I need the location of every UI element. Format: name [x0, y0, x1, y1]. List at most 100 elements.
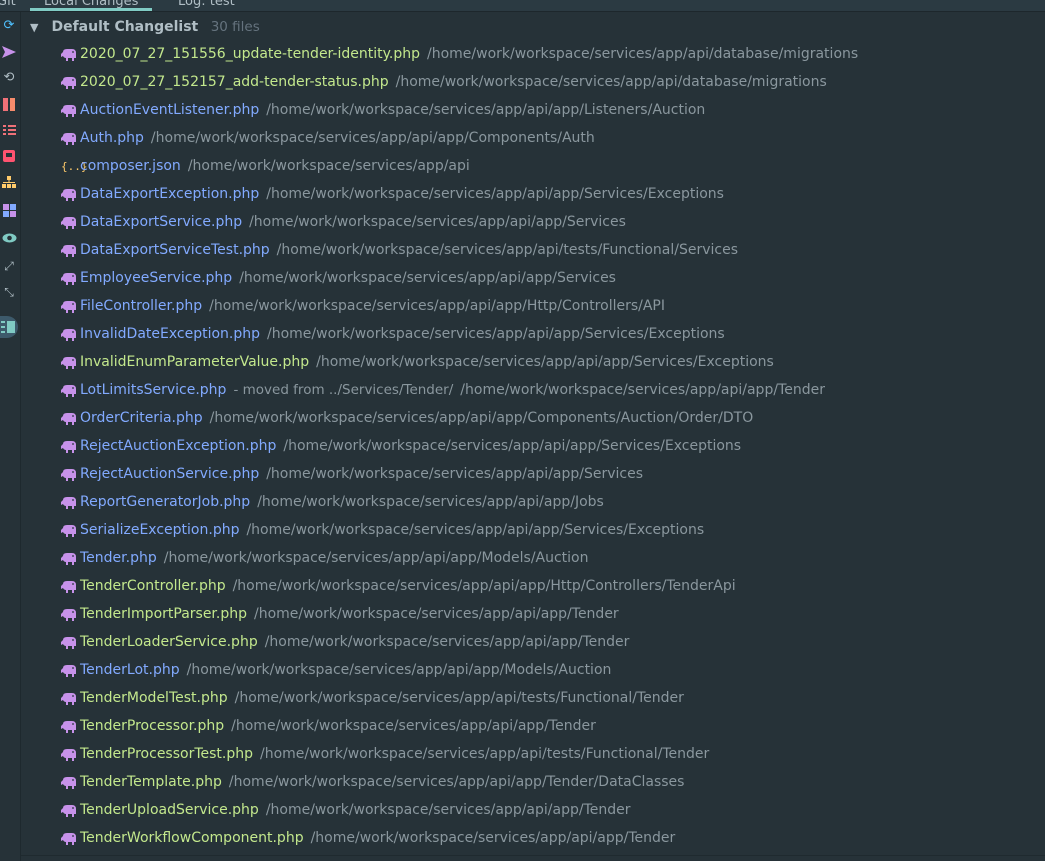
php-elephant-icon [61, 796, 80, 824]
file-path: /home/work/workspace/services/app/api/ap… [232, 578, 736, 594]
php-elephant-icon [61, 96, 80, 124]
tab-git[interactable]: Git [0, 0, 16, 11]
expand-all-icon[interactable]: ⤢ [1, 258, 17, 274]
file-name: TenderLot.php [80, 662, 180, 678]
list-item[interactable]: 2020_07_27_151556_update-tender-identity… [61, 40, 858, 68]
file-path: /home/work/workspace/services/app/api/ap… [264, 634, 630, 650]
file-name: TenderModelTest.php [80, 690, 228, 706]
list-item[interactable]: TenderController.php/home/work/workspace… [61, 572, 858, 600]
diff-icon[interactable] [1, 96, 17, 112]
php-elephant-icon [61, 460, 80, 488]
collapse-all-icon[interactable]: ⤡ [1, 284, 17, 300]
rollback-icon[interactable]: ⟲ [1, 70, 17, 86]
list-item[interactable]: TenderImportParser.php/home/work/workspa… [61, 600, 858, 628]
file-path: /home/work/workspace/services/app/api/ap… [267, 326, 725, 342]
preview-eye-icon[interactable] [1, 230, 17, 246]
file-path: /home/work/workspace/services/app/api/ap… [209, 410, 754, 426]
details-panel-icon[interactable] [0, 316, 18, 338]
file-name: TenderLoaderService.php [80, 634, 258, 650]
php-elephant-icon [61, 208, 80, 236]
php-elephant-icon [61, 376, 80, 404]
file-path: /home/work/workspace/services/app/api/ap… [239, 270, 616, 286]
file-name: 2020_07_27_152157_add-tender-status.php [80, 74, 389, 90]
file-path: /home/work/workspace/services/app/api/ap… [266, 466, 644, 482]
php-elephant-icon [61, 292, 80, 320]
file-name: InvalidDateException.php [80, 326, 260, 342]
list-item[interactable]: RejectAuctionService.php/home/work/works… [61, 460, 858, 488]
php-elephant-icon [61, 740, 80, 768]
file-path: /home/work/workspace/services/app/api/ap… [209, 298, 665, 314]
move-note: - moved from ../Services/Tender/ [233, 382, 454, 398]
list-item[interactable]: TenderTemplate.php/home/work/workspace/s… [61, 768, 858, 796]
php-elephant-icon [61, 320, 80, 348]
refresh-icon[interactable]: ⟳ [1, 18, 17, 34]
file-name: composer.json [80, 158, 181, 174]
list-item[interactable]: AuctionEventListener.php/home/work/works… [61, 96, 858, 124]
list-item[interactable]: TenderProcessorTest.php/home/work/worksp… [61, 740, 858, 768]
file-name: AuctionEventListener.php [80, 102, 260, 118]
tab-log-test[interactable]: Log: test [178, 0, 235, 11]
php-elephant-icon [61, 236, 80, 264]
file-path: /home/work/workspace/services/app/api/ap… [266, 186, 724, 202]
list-item[interactable]: TenderWorkflowComponent.php/home/work/wo… [61, 824, 858, 852]
list-item[interactable]: Tender.php/home/work/workspace/services/… [61, 544, 858, 572]
php-elephant-icon [61, 264, 80, 292]
php-elephant-icon [61, 68, 80, 96]
file-path: /home/work/workspace/services/app/api/ap… [186, 662, 612, 678]
file-path: /home/work/workspace/services/app/api/ap… [228, 774, 685, 790]
list-item[interactable]: DataExportServiceTest.php/home/work/work… [61, 236, 858, 264]
php-elephant-icon [61, 348, 80, 376]
file-name: RejectAuctionService.php [80, 466, 260, 482]
list-item[interactable]: InvalidDateException.php/home/work/works… [61, 320, 858, 348]
list-item[interactable]: OrderCriteria.php/home/work/workspace/se… [61, 404, 858, 432]
list-item[interactable]: TenderModelTest.php/home/work/workspace/… [61, 684, 858, 712]
list-item[interactable]: TenderUploadService.php/home/work/worksp… [61, 796, 858, 824]
php-elephant-icon [61, 544, 80, 572]
changelist-icon[interactable] [1, 122, 17, 138]
php-elephant-icon [61, 488, 80, 516]
file-path: /home/work/workspace/services/app/api/ap… [316, 354, 774, 370]
file-list: 2020_07_27_151556_update-tender-identity… [61, 40, 858, 852]
file-path: /home/work/workspace/services/app/api/da… [427, 46, 859, 62]
tool-window-tab-bar: Git Local Changes Log: test [0, 0, 1045, 12]
file-path: /home/work/workspace/services/app/api [187, 158, 470, 174]
php-elephant-icon [61, 180, 80, 208]
file-name: ReportGeneratorJob.php [80, 494, 251, 510]
chevron-down-icon[interactable]: ▼ [30, 16, 46, 40]
file-name: FileController.php [80, 298, 203, 314]
commit-arrow-icon[interactable] [1, 44, 17, 60]
list-item[interactable]: InvalidEnumParameterValue.php/home/work/… [61, 348, 858, 376]
list-item[interactable]: TenderLoaderService.php/home/work/worksp… [61, 628, 858, 656]
changelist-header[interactable]: ▼ Default Changelist 30 files [21, 15, 260, 39]
list-item[interactable]: LotLimitsService.php - moved from ../Serv… [61, 376, 858, 404]
file-name: DataExportService.php [80, 214, 243, 230]
list-item[interactable]: RejectAuctionException.php/home/work/wor… [61, 432, 858, 460]
list-item[interactable]: FileController.php/home/work/workspace/s… [61, 292, 858, 320]
file-path: /home/work/workspace/services/app/api/ap… [231, 718, 596, 734]
layout-icon[interactable] [1, 202, 17, 218]
file-name: TenderTemplate.php [80, 774, 222, 790]
list-item[interactable]: EmployeeService.php/home/work/workspace/… [61, 264, 858, 292]
group-by-icon[interactable] [1, 174, 17, 190]
list-item[interactable]: DataExportService.php/home/work/workspac… [61, 208, 858, 236]
list-item[interactable]: SerializeException.php/home/work/workspa… [61, 516, 858, 544]
shelve-icon[interactable] [1, 148, 17, 164]
json-braces-icon: {..} [61, 159, 88, 173]
list-item[interactable]: Auth.php/home/work/workspace/services/ap… [61, 124, 858, 152]
list-item[interactable]: DataExportException.php/home/work/worksp… [61, 180, 858, 208]
file-name: 2020_07_27_151556_update-tender-identity… [80, 46, 420, 62]
list-item[interactable]: ReportGeneratorJob.php/home/work/workspa… [61, 488, 858, 516]
list-item[interactable]: TenderProcessor.php/home/work/workspace/… [61, 712, 858, 740]
file-name: Tender.php [80, 550, 157, 566]
list-item[interactable]: TenderLot.php/home/work/workspace/servic… [61, 656, 858, 684]
local-changes-tree: ▼ Default Changelist 30 files 2020_07_27… [21, 12, 1045, 861]
file-name: InvalidEnumParameterValue.php [80, 354, 310, 370]
list-item[interactable]: 2020_07_27_152157_add-tender-status.php /… [61, 68, 858, 96]
file-name: TenderImportParser.php [80, 606, 248, 622]
file-path: /home/work/workspace/services/app/api/ap… [249, 214, 626, 230]
list-item[interactable]: {..} composer.json/home/work/workspace/se… [61, 152, 858, 180]
file-path: /home/work/workspace/services/app/api/ap… [257, 494, 604, 510]
file-name: TenderProcessor.php [80, 718, 225, 734]
file-path: /home/work/workspace/services/app/api/te… [260, 746, 710, 762]
tab-local-changes[interactable]: Local Changes [30, 0, 153, 11]
